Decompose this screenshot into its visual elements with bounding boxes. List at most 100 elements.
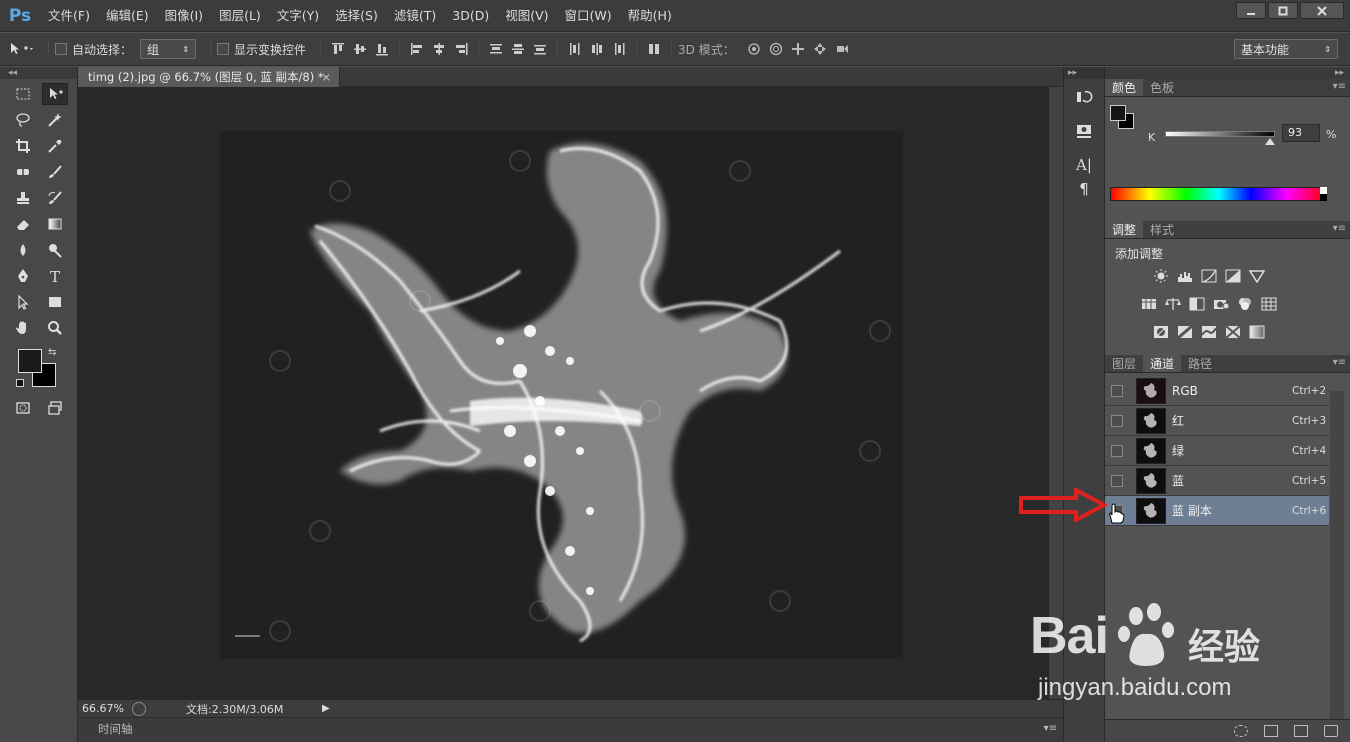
- channels-scrollbar[interactable]: [1330, 391, 1344, 723]
- black-white-icon[interactable]: [1189, 297, 1205, 311]
- visibility-toggle-icon[interactable]: [1111, 384, 1123, 397]
- slide-3d-icon[interactable]: [812, 42, 828, 56]
- spot-healing-icon[interactable]: [10, 161, 36, 183]
- align-top-icon[interactable]: [330, 42, 346, 56]
- close-icon[interactable]: [1300, 2, 1344, 19]
- load-selection-icon[interactable]: [1234, 725, 1248, 737]
- canvas-area[interactable]: [78, 87, 1049, 699]
- scale-3d-icon[interactable]: [834, 42, 850, 56]
- rectangle-shape-icon[interactable]: [42, 291, 68, 313]
- rectangular-marquee-icon[interactable]: [10, 83, 36, 105]
- gradient-icon[interactable]: [42, 213, 68, 235]
- posterize-icon[interactable]: [1177, 325, 1193, 339]
- default-colors-icon[interactable]: [16, 379, 24, 387]
- distribute-hcenter-icon[interactable]: [589, 42, 605, 56]
- tab-adjustments[interactable]: 调整: [1105, 221, 1144, 238]
- color-lookup-icon[interactable]: [1261, 297, 1277, 311]
- move-tool-icon[interactable]: [42, 83, 68, 105]
- panel-menu-icon[interactable]: ▾≡: [1333, 223, 1346, 234]
- minimize-icon[interactable]: [1236, 2, 1266, 19]
- panel-menu-icon[interactable]: ▾≡: [1333, 81, 1346, 92]
- expand-dock-icon[interactable]: ▸▸: [1064, 67, 1104, 79]
- tab-layers[interactable]: 图层: [1105, 355, 1143, 372]
- menu-image[interactable]: 图像(I): [157, 0, 211, 32]
- tab-swatches[interactable]: 色板: [1143, 79, 1181, 96]
- paragraph-panel-icon[interactable]: ¶: [1069, 177, 1099, 201]
- close-document-icon[interactable]: ×: [321, 67, 331, 87]
- visibility-toggle-icon[interactable]: [1111, 474, 1123, 487]
- brightness-contrast-icon[interactable]: [1153, 269, 1169, 283]
- rotate-3d-icon[interactable]: [746, 42, 762, 56]
- visibility-toggle-icon[interactable]: [1111, 414, 1123, 427]
- collapse-toolbar-icon[interactable]: ◂◂: [0, 67, 77, 79]
- k-slider-thumb[interactable]: [1265, 138, 1275, 145]
- align-left-icon[interactable]: [409, 42, 425, 56]
- type-icon[interactable]: T: [42, 265, 68, 287]
- workspace-dropdown[interactable]: 基本功能 ⇕: [1234, 39, 1338, 59]
- blur-icon[interactable]: [10, 239, 36, 261]
- menu-view[interactable]: 视图(V): [497, 0, 556, 32]
- align-hcenter-icon[interactable]: [431, 42, 447, 56]
- tab-styles[interactable]: 样式: [1143, 221, 1181, 238]
- tab-paths[interactable]: 路径: [1181, 355, 1219, 372]
- photo-filter-icon[interactable]: [1213, 297, 1229, 311]
- menu-3d[interactable]: 3D(D): [444, 0, 497, 32]
- document-tab[interactable]: timg (2).jpg @ 66.7% (图层 0, 蓝 副本/8) * ×: [78, 67, 340, 87]
- panel-menu-icon[interactable]: ▾≡: [1044, 718, 1057, 740]
- clone-stamp-icon[interactable]: [10, 187, 36, 209]
- roll-3d-icon[interactable]: [768, 42, 784, 56]
- color-spectrum-ramp[interactable]: [1110, 187, 1327, 201]
- channel-row-red[interactable]: 红 Ctrl+3: [1105, 406, 1329, 436]
- properties-panel-icon[interactable]: [1069, 119, 1099, 143]
- path-selection-icon[interactable]: [10, 291, 36, 313]
- crop-icon[interactable]: [10, 135, 36, 157]
- curves-icon[interactable]: [1201, 269, 1217, 283]
- eyedropper-icon[interactable]: [42, 135, 68, 157]
- channel-row-blue-copy[interactable]: 蓝 副本 Ctrl+6: [1105, 496, 1329, 526]
- distribute-vcenter-icon[interactable]: [510, 42, 526, 56]
- save-selection-icon[interactable]: [1264, 725, 1278, 737]
- visibility-toggle-icon[interactable]: [1111, 444, 1123, 457]
- menu-file[interactable]: 文件(F): [40, 0, 98, 32]
- history-brush-icon[interactable]: [42, 187, 68, 209]
- invert-icon[interactable]: [1153, 325, 1169, 339]
- collapse-panels-icon[interactable]: ▸▸: [1105, 67, 1350, 79]
- menu-filter[interactable]: 滤镜(T): [386, 0, 444, 32]
- menu-type[interactable]: 文字(Y): [269, 0, 327, 32]
- dodge-icon[interactable]: [42, 239, 68, 261]
- eraser-icon[interactable]: [10, 213, 36, 235]
- brush-icon[interactable]: [42, 161, 68, 183]
- zoom-icon[interactable]: [42, 317, 68, 339]
- character-panel-icon[interactable]: A|: [1069, 153, 1099, 177]
- quick-mask-icon[interactable]: [10, 397, 36, 419]
- gradient-map-icon[interactable]: [1249, 325, 1265, 339]
- menu-select[interactable]: 选择(S): [327, 0, 386, 32]
- threshold-icon[interactable]: [1201, 325, 1217, 339]
- new-channel-icon[interactable]: [1294, 725, 1308, 737]
- show-transform-option[interactable]: 显示变换控件: [217, 41, 306, 58]
- distribute-right-icon[interactable]: [611, 42, 627, 56]
- lasso-icon[interactable]: [10, 109, 36, 131]
- tool-preset-picker[interactable]: [8, 41, 34, 57]
- screen-mode-icon[interactable]: [42, 397, 68, 419]
- zoom-level[interactable]: 66.67%: [82, 702, 128, 715]
- status-arrow-icon[interactable]: ▶: [322, 703, 330, 714]
- distribute-top-icon[interactable]: [488, 42, 504, 56]
- panel-menu-icon[interactable]: ▾≡: [1333, 357, 1346, 368]
- timeline-panel-bar[interactable]: 时间轴 ▾≡: [78, 717, 1063, 742]
- history-panel-icon[interactable]: [1069, 85, 1099, 109]
- vibrance-icon[interactable]: [1249, 269, 1265, 283]
- menu-window[interactable]: 窗口(W): [557, 0, 620, 32]
- menu-help[interactable]: 帮助(H): [620, 0, 680, 32]
- foreground-color-swatch[interactable]: [18, 349, 42, 373]
- status-menu-icon[interactable]: [132, 701, 146, 716]
- k-value-field[interactable]: 93: [1282, 124, 1320, 142]
- align-right-icon[interactable]: [453, 42, 469, 56]
- menu-layer[interactable]: 图层(L): [211, 0, 269, 32]
- tab-channels[interactable]: 通道: [1143, 355, 1182, 372]
- selective-color-icon[interactable]: [1225, 325, 1241, 339]
- exposure-icon[interactable]: [1225, 269, 1241, 283]
- align-vcenter-icon[interactable]: [352, 42, 368, 56]
- channel-row-blue[interactable]: 蓝 Ctrl+5: [1105, 466, 1329, 496]
- drag-3d-icon[interactable]: [790, 42, 806, 56]
